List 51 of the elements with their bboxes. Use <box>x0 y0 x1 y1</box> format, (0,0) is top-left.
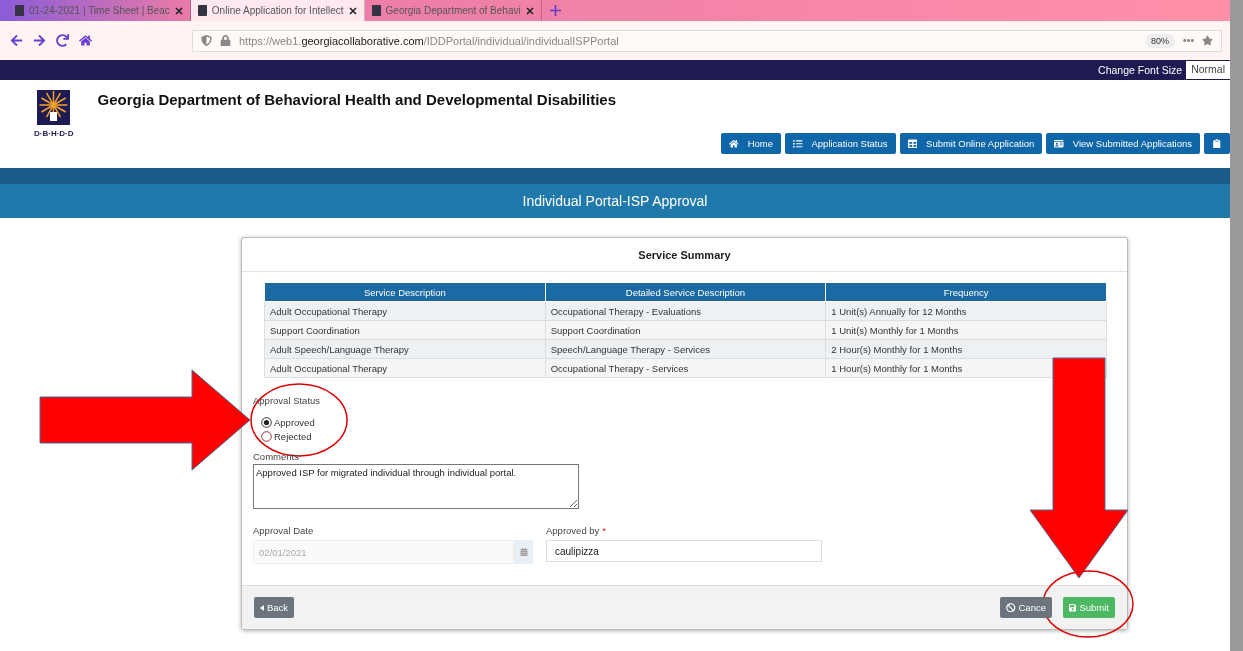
favicon-icon <box>15 5 24 16</box>
browser-tab[interactable]: Online Application for Intellect <box>190 0 365 21</box>
approved-by-label: Approved by * <box>546 525 608 536</box>
radio-icon[interactable] <box>261 417 272 428</box>
nav-button[interactable]: Submit Online Application <box>899 133 1043 154</box>
zoom-level[interactable]: 80% <box>1145 33 1175 48</box>
clipboard-icon <box>1212 138 1222 149</box>
table-icon <box>907 138 918 149</box>
column-header: Frequency <box>825 282 1107 302</box>
cancel-button[interactable]: Cance <box>1000 597 1052 618</box>
radio-icon[interactable] <box>261 431 272 442</box>
home-icon[interactable] <box>79 34 92 47</box>
column-header: Service Description <box>264 282 546 302</box>
favicon-icon <box>371 5 381 16</box>
close-icon[interactable] <box>174 6 183 15</box>
page-title: Individual Portal-ISP Approval <box>0 184 1230 218</box>
nav-button[interactable]: View Submitted Applications <box>1046 133 1200 154</box>
comments-label: Comments <box>253 451 299 462</box>
new-tab-icon[interactable] <box>549 5 561 16</box>
card-title: Service Summary <box>242 238 1127 272</box>
home-icon <box>729 138 739 149</box>
approval-date-label: Approval Date <box>253 525 315 536</box>
clipboard-button[interactable] <box>1204 133 1230 154</box>
address-bar[interactable]: https://web1.georgiacollaborative.com/IDDPortal/individual/individualISPPortal 80% <box>192 29 1222 52</box>
list-icon <box>793 138 803 149</box>
logo-icon <box>37 90 71 125</box>
nav-button[interactable]: Home <box>721 133 781 154</box>
site-title: Georgia Department of Behavioral Health and Developmental Disabilities <box>97 91 616 110</box>
lock-icon <box>220 35 231 46</box>
back-icon[interactable] <box>10 34 23 47</box>
close-icon[interactable] <box>525 6 534 15</box>
font-size-label: Change Font Size <box>1098 64 1183 76</box>
approved-by-field[interactable]: caulipizza <box>546 540 822 562</box>
forward-icon[interactable] <box>33 34 46 47</box>
radio-option[interactable]: Rejected <box>261 431 312 442</box>
favicon-icon <box>197 5 207 16</box>
caret-icon <box>260 604 264 611</box>
reload-icon[interactable] <box>56 34 69 47</box>
id-card-icon <box>1054 138 1064 149</box>
radio-option[interactable]: Approved <box>261 417 315 428</box>
shield-icon <box>201 35 212 46</box>
save-icon <box>1069 602 1077 613</box>
nav-button[interactable]: Application Status <box>785 133 896 154</box>
logo-text: D·B·H·D·D <box>34 129 74 138</box>
column-header: Detailed Service Description <box>545 282 826 302</box>
font-size-select[interactable]: Normal <box>1186 61 1230 79</box>
close-icon[interactable] <box>348 6 357 15</box>
star-icon[interactable] <box>1202 35 1213 46</box>
back-button[interactable]: Back <box>254 597 295 618</box>
ban-icon <box>1006 602 1016 613</box>
comments-field[interactable]: Approved ISP for migrated individual through individual portal. <box>253 464 579 509</box>
